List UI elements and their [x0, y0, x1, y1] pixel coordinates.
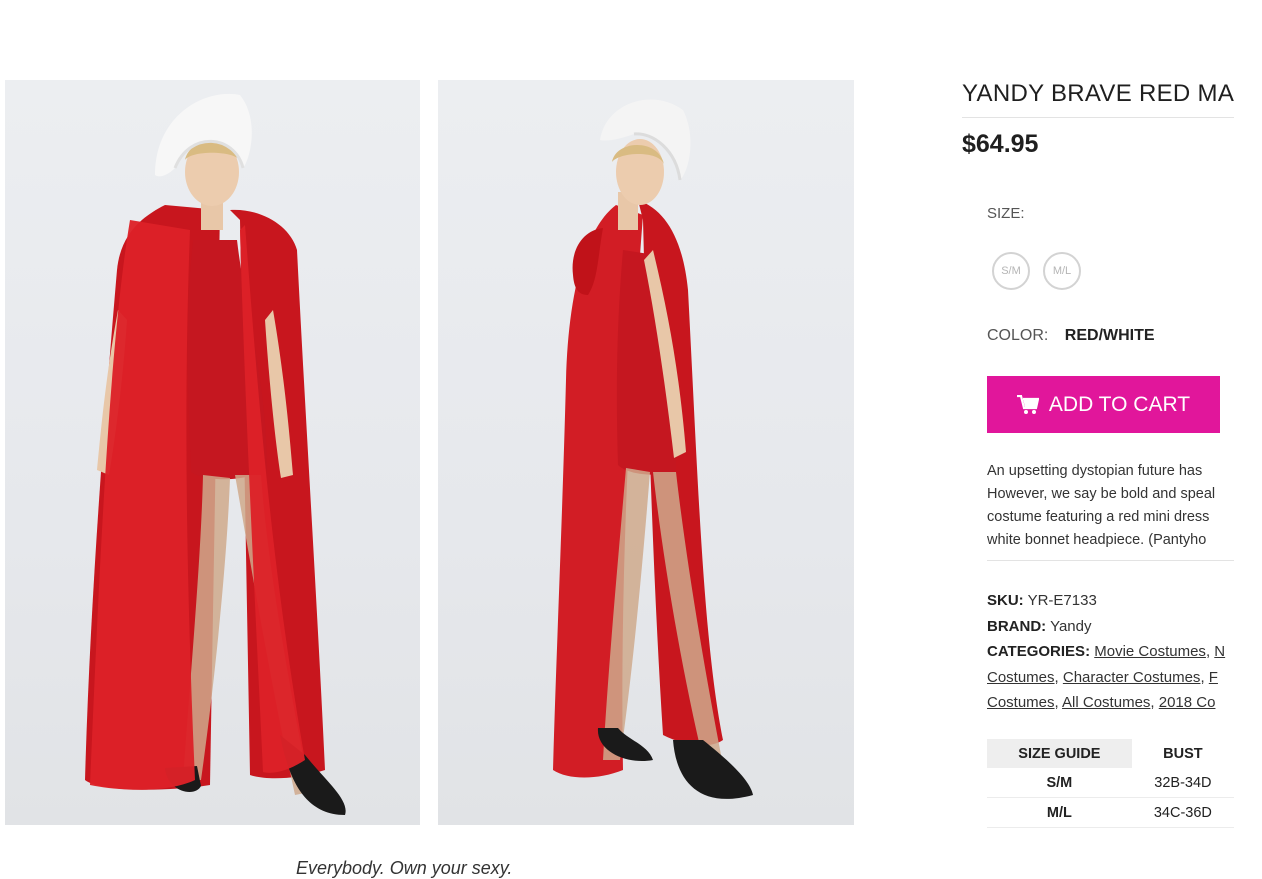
color-row: COLOR: RED/WHITE	[987, 327, 1155, 345]
category-link[interactable]: F	[1209, 669, 1218, 686]
bust-cell: 32B-34D	[1131, 768, 1234, 798]
category-link[interactable]: All Costumes	[1062, 694, 1150, 711]
brand-value: Yandy	[1050, 617, 1092, 635]
size-label: SIZE:	[987, 205, 1025, 222]
product-meta: SKU: YR-E7133 BRAND: Yandy CATEGORIES: M…	[987, 588, 1225, 716]
description-divider	[987, 560, 1234, 561]
table-row: M/L 34C-36D	[987, 797, 1234, 828]
product-title: YANDY BRAVE RED MA	[962, 80, 1234, 107]
size-cell: M/L	[987, 797, 1132, 828]
category-link[interactable]: Costumes	[987, 694, 1055, 711]
brand-label: BRAND:	[987, 617, 1047, 635]
category-link[interactable]: Costumes	[987, 669, 1055, 686]
title-divider	[962, 117, 1234, 118]
size-option-sm[interactable]: S/M	[992, 252, 1030, 290]
description-line: costume featuring a red mini dress	[987, 509, 1210, 525]
category-link[interactable]: N	[1214, 643, 1225, 660]
size-guide-table: SIZE GUIDE BUST S/M 32B-34D M/L 34C-36D	[987, 739, 1234, 828]
categories-row: CATEGORIES: Movie Costumes, N	[987, 643, 1226, 660]
table-header-row: SIZE GUIDE BUST	[987, 739, 1234, 768]
bust-cell: 34C-36D	[1131, 797, 1234, 828]
model-side-illustration	[553, 99, 753, 799]
category-link[interactable]: Character Costumes	[1063, 669, 1201, 686]
size-cell: S/M	[987, 768, 1132, 798]
bust-header: BUST	[1163, 745, 1203, 762]
table-row: S/M 32B-34D	[987, 768, 1234, 798]
product-description: An upsetting dystopian future has Howeve…	[987, 460, 1234, 552]
sku-label: SKU:	[987, 592, 1024, 609]
cart-icon	[1016, 394, 1039, 415]
categories-row-2: Costumes, Character Costumes, F	[987, 668, 1218, 686]
categories-row-3: Costumes, All Costumes, 2018 Co	[987, 694, 1216, 711]
description-line: An upsetting dystopian future has	[987, 463, 1203, 479]
product-photo-side[interactable]	[438, 80, 854, 825]
product-price: $64.95	[962, 130, 1039, 158]
description-line: However, we say be bold and speal	[987, 486, 1216, 502]
add-to-cart-label: ADD TO CART	[1048, 392, 1191, 416]
category-link[interactable]: Movie Costumes	[1094, 643, 1206, 660]
model-front-illustration	[85, 93, 346, 815]
tagline-caption: Everybody. Own your sexy.	[296, 858, 513, 878]
color-label: COLOR:	[987, 327, 1049, 344]
brand-row: BRAND: Yandy	[987, 614, 1225, 640]
sku-row: SKU: YR-E7133	[987, 588, 1225, 614]
product-photo-front[interactable]	[5, 80, 420, 825]
product-info-panel: YANDY BRAVE RED MA $64.95 SIZE: S/M M/L …	[962, 78, 1234, 838]
add-to-cart-button[interactable]: ADD TO CART	[987, 376, 1220, 433]
size-guide-header: SIZE GUIDE	[987, 739, 1132, 768]
color-value: RED/WHITE	[1064, 327, 1155, 344]
sku-value: YR-E7133	[1027, 592, 1097, 609]
categories-label: CATEGORIES:	[987, 643, 1091, 660]
size-option-ml[interactable]: M/L	[1043, 252, 1081, 290]
description-line: white bonnet headpiece. (Pantyho	[987, 532, 1207, 548]
category-link[interactable]: 2018 Co	[1159, 694, 1216, 711]
